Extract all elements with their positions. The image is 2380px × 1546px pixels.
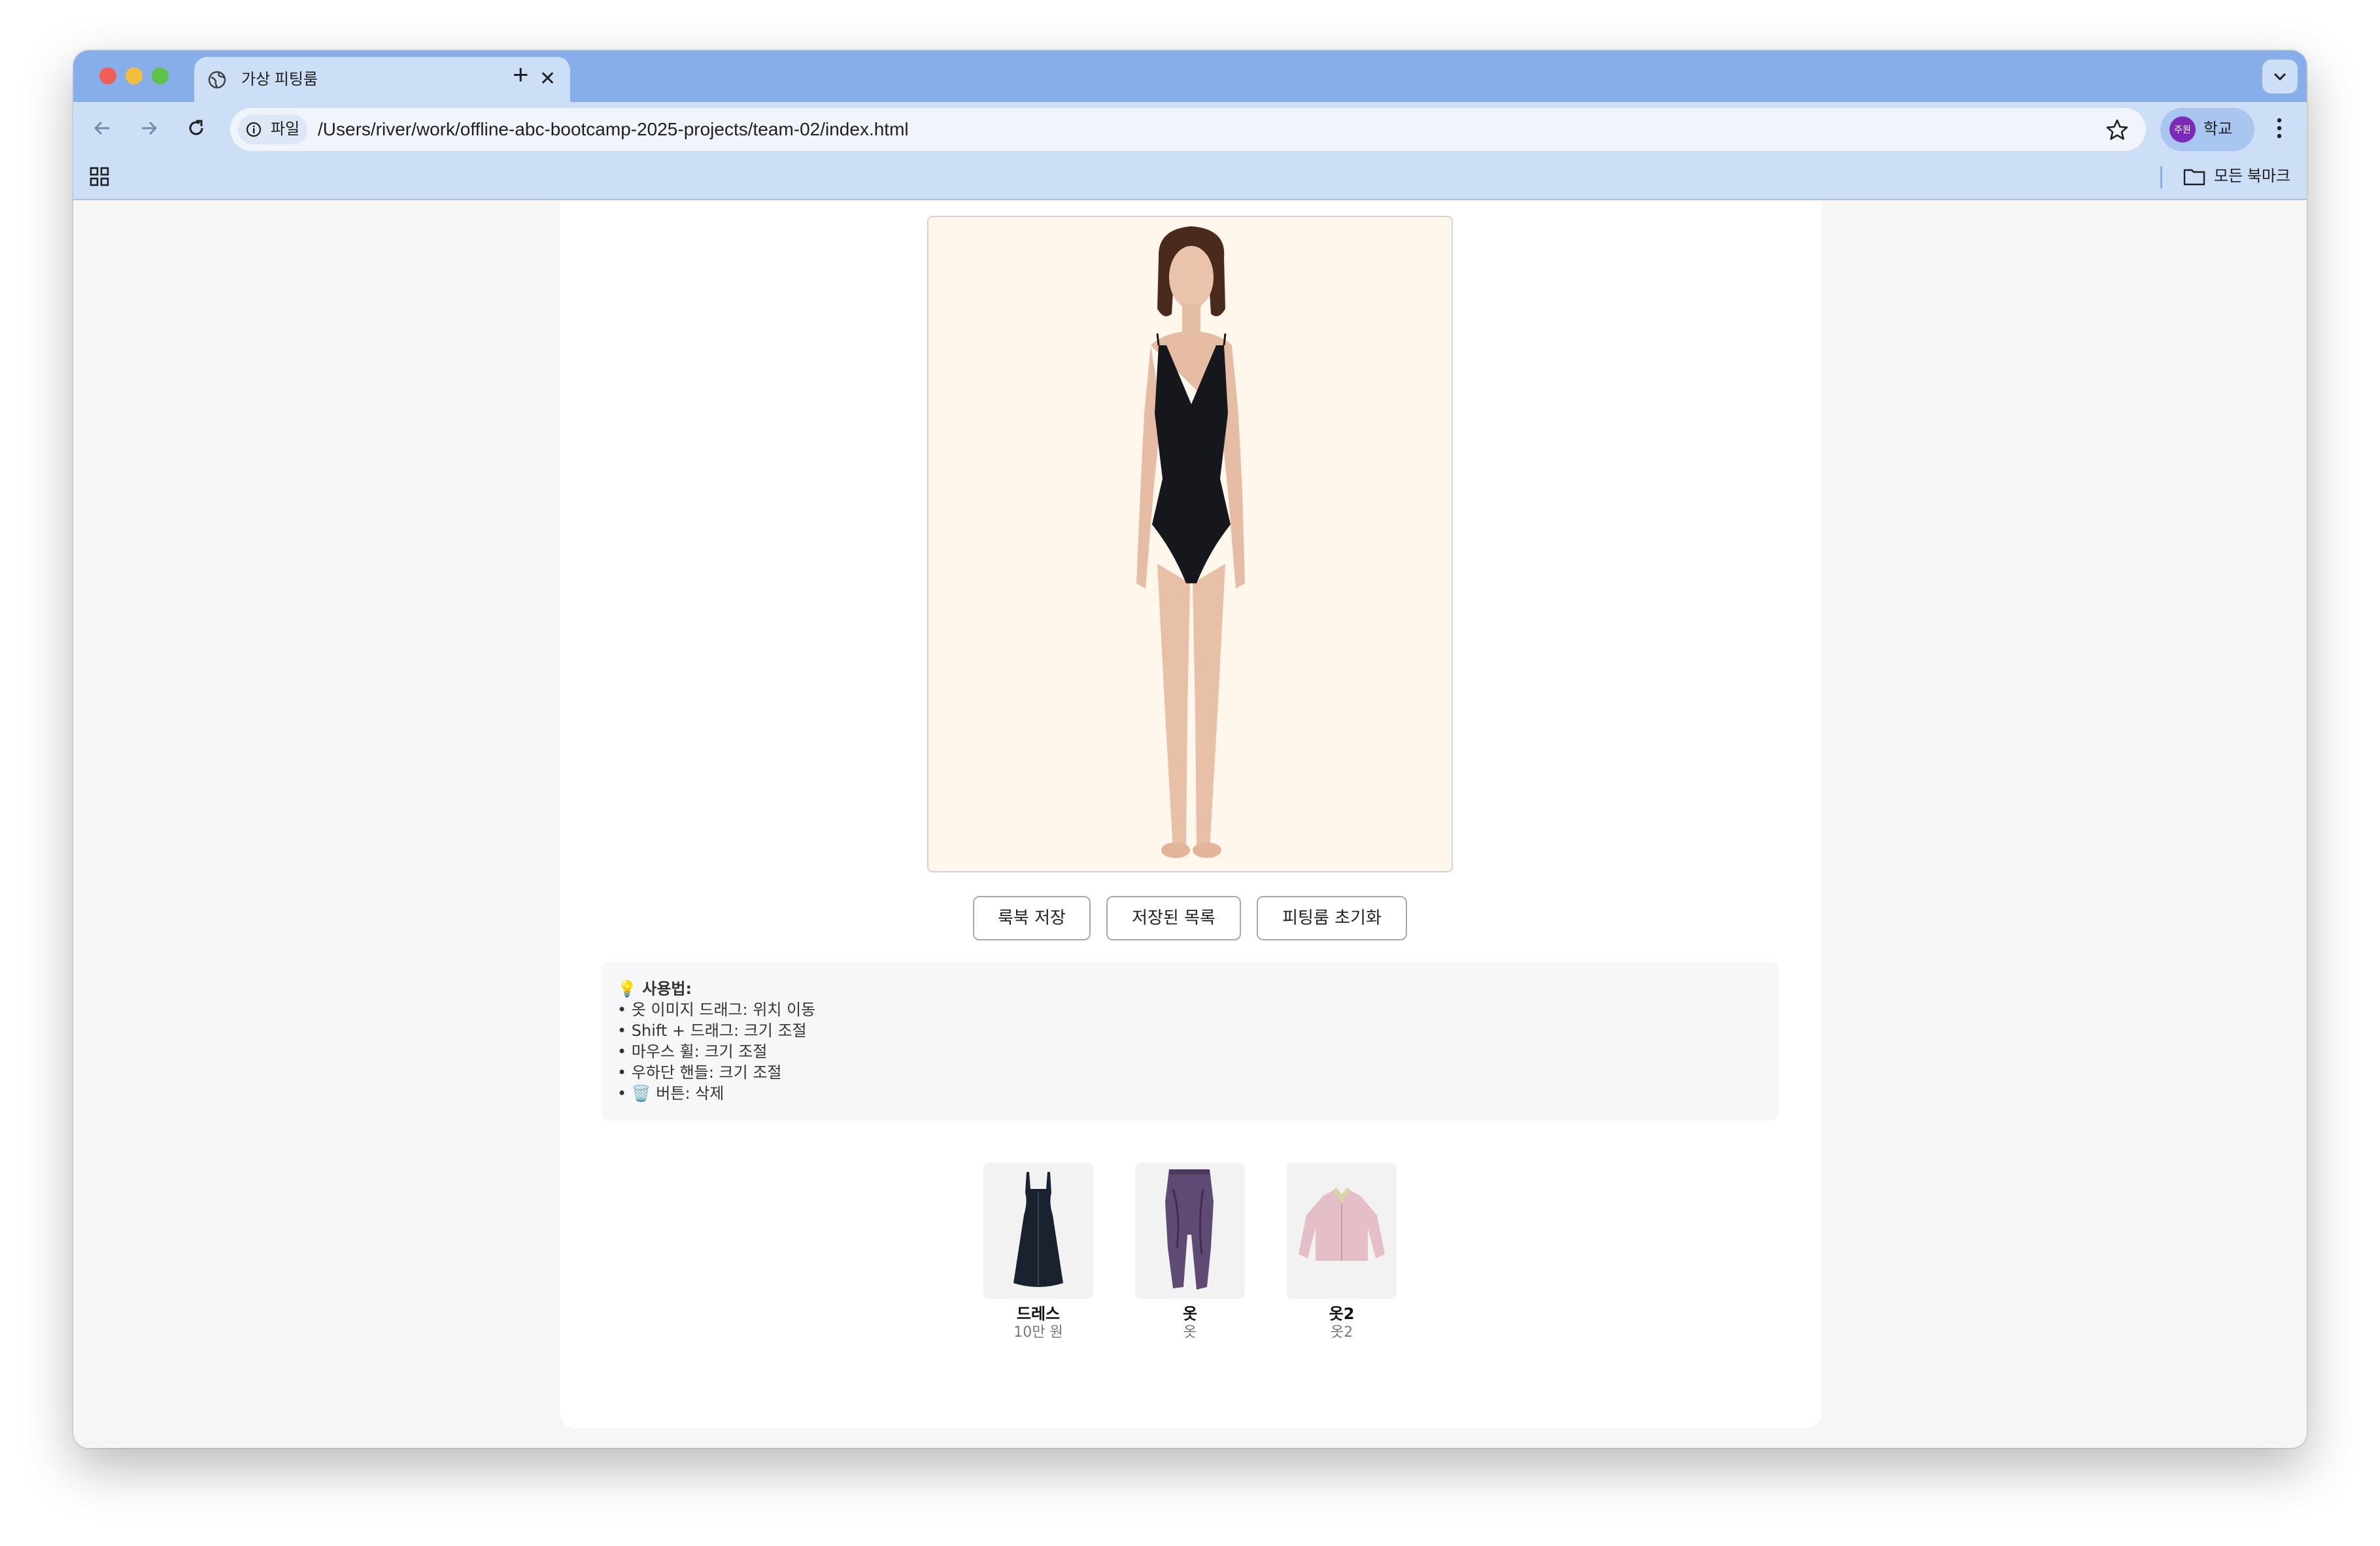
item-name: 옷 (1182, 1305, 1198, 1323)
item-price: 10만 원 (1013, 1324, 1063, 1341)
clothing-item-dress[interactable]: 드레스 10만 원 (983, 1163, 1093, 1342)
site-chip-label: 파일 (271, 120, 300, 138)
profile-label: 학교 (2203, 120, 2233, 138)
usage-help-box: 💡 사용법: • 옷 이미지 드래그: 위치 이동 • Shift + 드래그:… (602, 961, 1778, 1121)
jacket-thumbnail (1287, 1163, 1397, 1299)
tab-close-icon[interactable]: ✕ (539, 68, 556, 90)
item-name: 옷2 (1329, 1305, 1355, 1323)
profile-button[interactable]: 주원 학교 (2160, 108, 2254, 151)
bookmark-star-icon[interactable] (2104, 117, 2130, 143)
item-name: 드레스 (1016, 1305, 1061, 1323)
clothing-item-jacket[interactable]: 옷2 옷2 (1287, 1163, 1397, 1342)
help-title: 💡 사용법: (617, 980, 692, 998)
arrow-left-icon (94, 121, 109, 135)
tab-title: 가상 피팅룸 (241, 71, 318, 88)
minimize-window-button[interactable] (126, 67, 143, 84)
help-line: • 🗑️ 버튼: 삭제 (617, 1084, 724, 1103)
item-price: 옷 (1183, 1324, 1197, 1341)
globe-icon (208, 71, 226, 89)
bookmarks-divider (2160, 166, 2162, 188)
clothing-item-pants[interactable]: 옷 옷 (1135, 1163, 1245, 1342)
close-window-button[interactable] (99, 67, 116, 84)
address-bar[interactable]: 파일 /Users/river/work/offline-abc-bootcam… (230, 108, 2146, 151)
tab-strip: 가상 피팅룸 ✕ + (73, 50, 2307, 102)
tab-search-button[interactable] (2262, 60, 2298, 94)
arrow-right-icon (142, 121, 158, 135)
maximize-window-button[interactable] (152, 67, 169, 84)
reload-button[interactable] (180, 112, 212, 144)
forward-button[interactable] (133, 112, 165, 144)
item-price: 옷2 (1330, 1324, 1353, 1341)
more-menu-icon[interactable] (2273, 115, 2286, 141)
back-button[interactable] (86, 112, 118, 144)
help-line: • 마우스 휠: 크기 조절 (617, 1042, 768, 1061)
pants-thumbnail (1135, 1163, 1245, 1299)
clothing-items: 드레스 10만 원 옷 옷 옷2 옷2 (0, 1163, 2380, 1346)
apps-grid-icon[interactable] (89, 166, 110, 187)
save-lookbook-button[interactable]: 룩북 저장 (973, 896, 1091, 940)
new-tab-button[interactable]: + (513, 58, 529, 91)
reload-icon (189, 120, 203, 135)
bookmarks-bar: 모든 북마크 (73, 154, 2307, 200)
dress-thumbnail (983, 1163, 1093, 1299)
folder-icon (2183, 169, 2205, 186)
url-text[interactable]: /Users/river/work/offline-abc-bootcamp-2… (318, 118, 909, 141)
help-line: • 옷 이미지 드래그: 위치 이동 (617, 1001, 816, 1019)
toolbar: 파일 /Users/river/work/offline-abc-bootcam… (73, 102, 2307, 154)
all-bookmarks-link[interactable]: 모든 북마크 (2214, 165, 2290, 188)
chevron-down-icon (2273, 73, 2286, 81)
info-icon (246, 122, 262, 137)
fitting-stage[interactable] (927, 216, 1453, 872)
help-line: • Shift + 드래그: 크기 조절 (617, 1022, 807, 1040)
site-info-chip[interactable]: 파일 (238, 114, 307, 145)
help-line: • 우하단 핸들: 크기 조절 (617, 1063, 782, 1082)
model-figure (1136, 226, 1245, 858)
action-buttons: 룩북 저장 저장된 목록 피팅룸 초기화 (0, 896, 2380, 942)
saved-list-button[interactable]: 저장된 목록 (1106, 896, 1241, 940)
avatar: 주원 (2169, 116, 2196, 143)
reset-fitting-button[interactable]: 피팅룸 초기화 (1257, 896, 1407, 940)
